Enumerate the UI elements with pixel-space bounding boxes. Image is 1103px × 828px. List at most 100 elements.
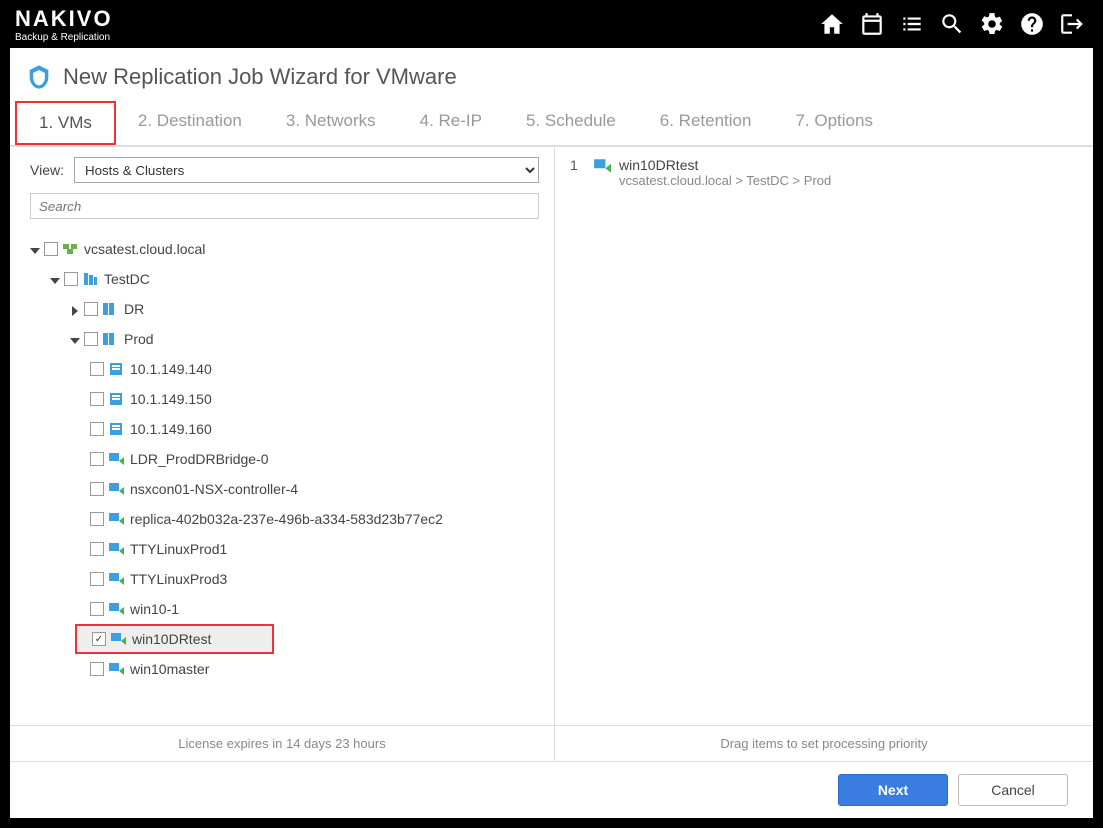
cancel-button[interactable]: Cancel	[958, 774, 1068, 806]
tree-vm[interactable]: win10-1	[10, 594, 554, 624]
tab-retention[interactable]: 6. Retention	[638, 101, 774, 145]
drag-hint: Drag items to set processing priority	[555, 725, 1093, 761]
checkbox[interactable]	[90, 452, 104, 466]
license-text: License expires in 14 days 23 hours	[10, 725, 554, 761]
tree-label: TTYLinuxProd1	[130, 541, 227, 557]
next-button[interactable]: Next	[838, 774, 948, 806]
tree-label: replica-402b032a-237e-496b-a334-583d23b7…	[130, 511, 443, 527]
datacenter-icon	[82, 270, 100, 288]
tree-label: vcsatest.cloud.local	[84, 241, 205, 257]
vm-icon	[108, 660, 126, 678]
app-header: NAKIVO Backup & Replication	[0, 0, 1103, 48]
title-bar: New Replication Job Wizard for VMware	[10, 48, 1093, 101]
checkbox[interactable]	[90, 362, 104, 376]
tree-vm[interactable]: TTYLinuxProd3	[10, 564, 554, 594]
gear-icon[interactable]	[976, 8, 1008, 40]
cluster-icon	[102, 330, 120, 348]
tab-networks[interactable]: 3. Networks	[264, 101, 398, 145]
expand-icon[interactable]	[70, 333, 82, 345]
calendar-icon[interactable]	[856, 8, 888, 40]
list-icon[interactable]	[896, 8, 928, 40]
tree-host[interactable]: 10.1.149.150	[10, 384, 554, 414]
logo-sub: Backup & Replication	[15, 32, 113, 43]
expand-icon[interactable]	[50, 273, 62, 285]
logo: NAKIVO Backup & Replication	[15, 6, 113, 43]
tree-cluster-prod[interactable]: Prod	[10, 324, 554, 354]
tree-label: TestDC	[104, 271, 150, 287]
tree-cluster-dr[interactable]: DR	[10, 294, 554, 324]
checkbox[interactable]	[90, 662, 104, 676]
checkbox[interactable]	[90, 392, 104, 406]
tree-vm-selected[interactable]: win10DRtest	[75, 624, 274, 654]
checkbox[interactable]	[90, 482, 104, 496]
checkbox[interactable]	[64, 272, 78, 286]
tree-vm[interactable]: replica-402b032a-237e-496b-a334-583d23b7…	[10, 504, 554, 534]
vm-icon	[110, 630, 128, 648]
help-icon[interactable]	[1016, 8, 1048, 40]
tree-datacenter[interactable]: TestDC	[10, 264, 554, 294]
checkbox[interactable]	[92, 632, 106, 646]
vm-tree: vcsatest.cloud.local TestDC DR	[10, 229, 554, 725]
logo-main: NAKIVO	[15, 6, 113, 32]
content: View: Hosts & Clusters vcsatest.cloud.lo…	[10, 146, 1093, 761]
vm-icon	[108, 570, 126, 588]
view-label: View:	[30, 162, 64, 178]
button-bar: Next Cancel	[10, 761, 1093, 818]
vm-icon	[108, 480, 126, 498]
tree-label: TTYLinuxProd3	[130, 571, 227, 587]
page-title: New Replication Job Wizard for VMware	[63, 64, 457, 90]
tree-label: nsxcon01-NSX-controller-4	[130, 481, 298, 497]
logout-icon[interactable]	[1056, 8, 1088, 40]
tree-vcenter[interactable]: vcsatest.cloud.local	[10, 234, 554, 264]
tree-label: 10.1.149.140	[130, 361, 212, 377]
checkbox[interactable]	[44, 242, 58, 256]
expand-icon[interactable]	[30, 243, 42, 255]
tree-label: win10-1	[130, 601, 179, 617]
tree-vm[interactable]: LDR_ProdDRBridge-0	[10, 444, 554, 474]
host-icon	[108, 420, 126, 438]
tree-vm[interactable]: nsxcon01-NSX-controller-4	[10, 474, 554, 504]
checkbox[interactable]	[90, 512, 104, 526]
view-row: View: Hosts & Clusters	[10, 147, 554, 188]
tree-label: DR	[124, 301, 144, 317]
search-icon[interactable]	[936, 8, 968, 40]
vm-icon	[108, 600, 126, 618]
vm-icon	[593, 157, 611, 175]
tab-destination[interactable]: 2. Destination	[116, 101, 264, 145]
header-toolbar	[816, 8, 1088, 40]
tree-label: LDR_ProdDRBridge-0	[130, 451, 269, 467]
left-panel: View: Hosts & Clusters vcsatest.cloud.lo…	[10, 147, 555, 761]
collapse-icon[interactable]	[70, 303, 82, 315]
checkbox[interactable]	[90, 422, 104, 436]
tab-vms[interactable]: 1. VMs	[15, 101, 116, 145]
vcenter-icon	[62, 240, 80, 258]
item-text: win10DRtest vcsatest.cloud.local > TestD…	[619, 157, 1078, 188]
vm-icon	[108, 540, 126, 558]
right-panel: 1 win10DRtest vcsatest.cloud.local > Tes…	[555, 147, 1093, 761]
checkbox[interactable]	[84, 302, 98, 316]
checkbox[interactable]	[90, 572, 104, 586]
tree-host[interactable]: 10.1.149.160	[10, 414, 554, 444]
item-path: vcsatest.cloud.local > TestDC > Prod	[619, 173, 1078, 188]
view-select[interactable]: Hosts & Clusters	[74, 157, 539, 183]
host-icon	[108, 360, 126, 378]
tab-reip[interactable]: 4. Re-IP	[398, 101, 504, 145]
vm-icon	[108, 510, 126, 528]
tab-schedule[interactable]: 5. Schedule	[504, 101, 638, 145]
item-number: 1	[570, 157, 585, 188]
tree-label: 10.1.149.150	[130, 391, 212, 407]
tab-options[interactable]: 7. Options	[773, 101, 895, 145]
checkbox[interactable]	[90, 542, 104, 556]
tree-label: win10DRtest	[132, 631, 211, 647]
home-icon[interactable]	[816, 8, 848, 40]
vm-icon	[108, 450, 126, 468]
checkbox[interactable]	[84, 332, 98, 346]
tree-host[interactable]: 10.1.149.140	[10, 354, 554, 384]
main-panel: New Replication Job Wizard for VMware 1.…	[10, 48, 1093, 818]
tree-vm[interactable]: TTYLinuxProd1	[10, 534, 554, 564]
search-input[interactable]	[30, 193, 539, 219]
tree-vm[interactable]: win10master	[10, 654, 554, 684]
host-icon	[108, 390, 126, 408]
checkbox[interactable]	[90, 602, 104, 616]
selected-vm-item[interactable]: 1 win10DRtest vcsatest.cloud.local > Tes…	[555, 147, 1093, 198]
